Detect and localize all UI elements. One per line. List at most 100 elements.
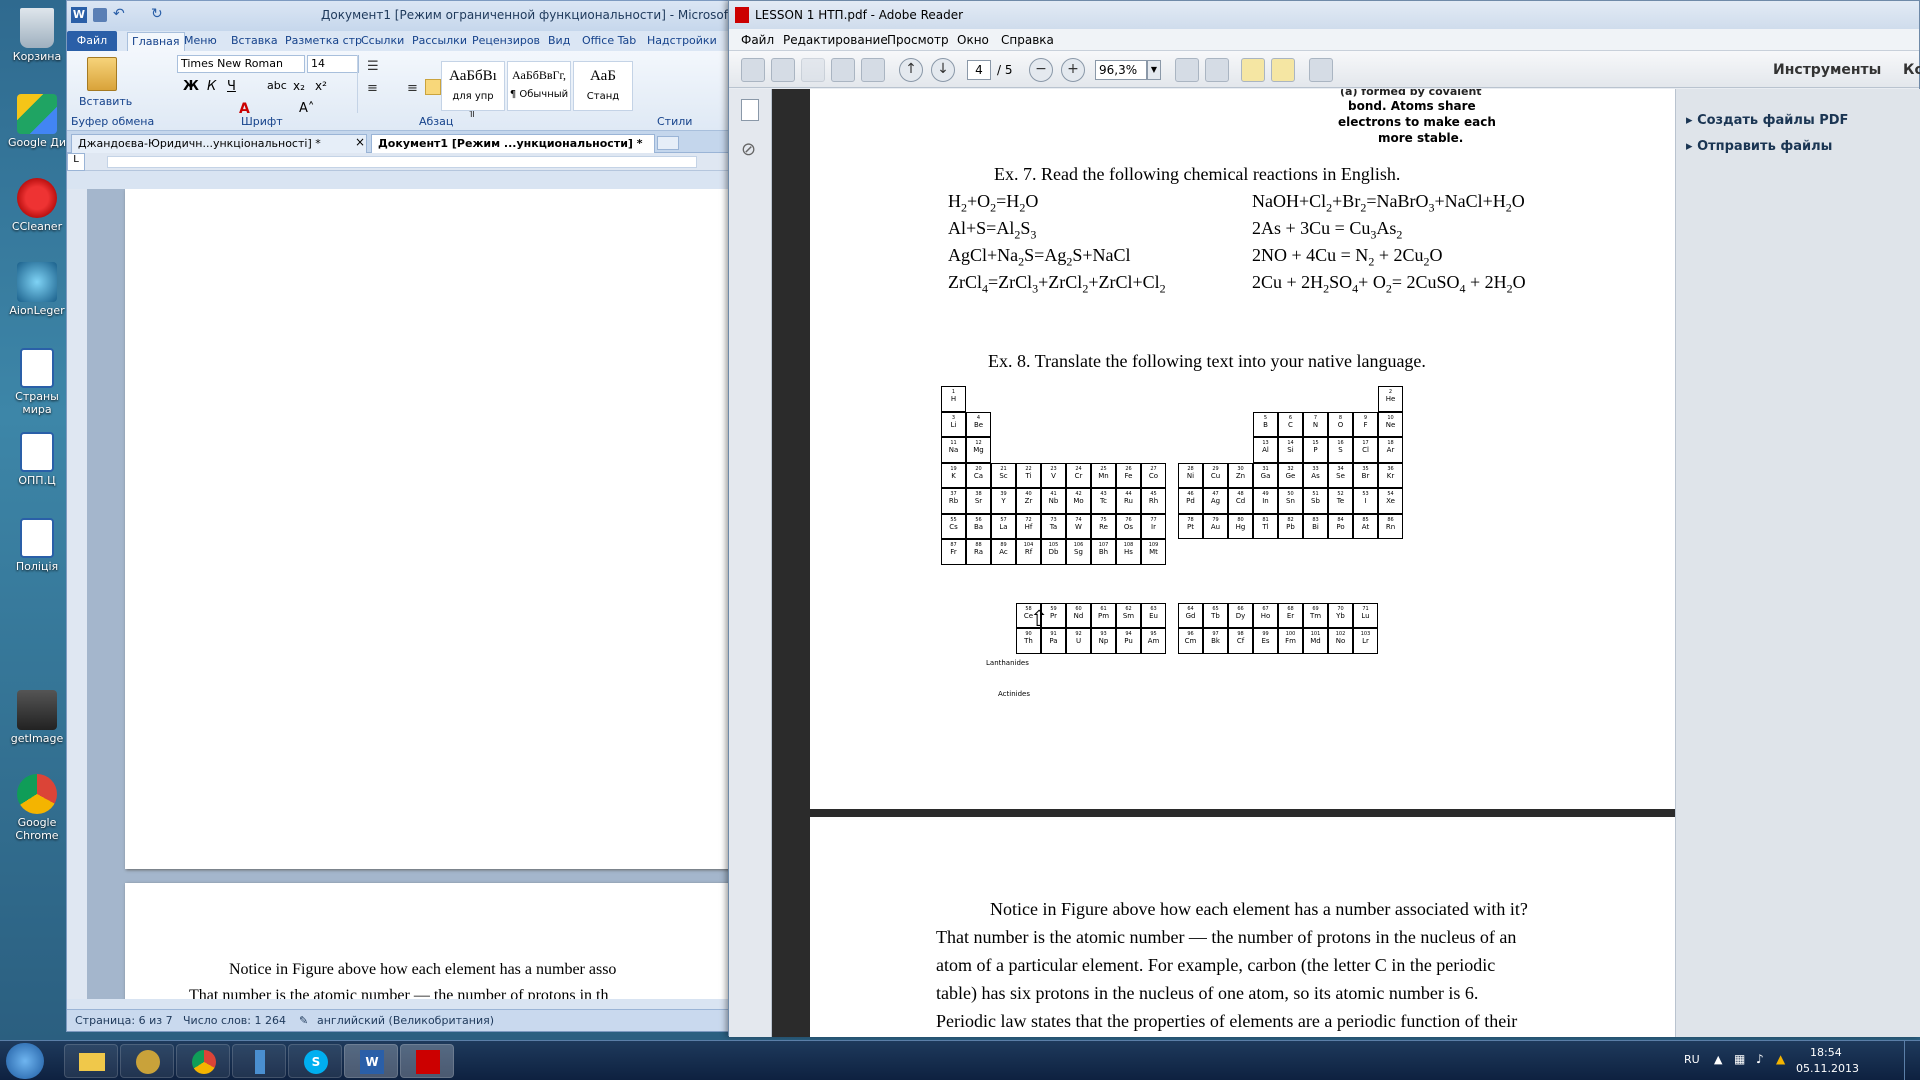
save-icon[interactable] <box>801 58 825 82</box>
subscript-button[interactable]: x₂ <box>293 79 305 93</box>
tab-menu[interactable]: Меню <box>184 34 217 47</box>
panel-create-pdf[interactable]: ▸ Создать файлы PDF <box>1686 113 1848 128</box>
page-number-input[interactable]: 4 <box>967 60 991 80</box>
taskbar-adobe-reader[interactable] <box>400 1044 454 1078</box>
superscript-button[interactable]: x² <box>315 79 327 93</box>
google-drive-tray-icon[interactable]: ▲ <box>1776 1052 1785 1066</box>
create-pdf-icon[interactable] <box>741 58 765 82</box>
panel-send-files[interactable]: ▸ Отправить файлы <box>1686 139 1832 154</box>
underline-button[interactable]: Ч <box>227 79 236 94</box>
tab-selector-icon[interactable]: L <box>67 153 85 171</box>
volume-icon[interactable]: ♪ <box>1756 1052 1764 1066</box>
start-button[interactable] <box>6 1043 44 1079</box>
zoom-out-icon[interactable]: − <box>1029 58 1053 82</box>
menu-view[interactable]: Просмотр <box>887 33 949 47</box>
tab-view[interactable]: Вид <box>548 34 570 47</box>
desktop-icon-policiya[interactable]: Поліція <box>4 518 70 573</box>
new-tab-icon[interactable] <box>657 136 679 150</box>
language-indicator[interactable]: RU <box>1684 1053 1700 1066</box>
pdf-app-icon[interactable] <box>735 7 749 23</box>
element-er: 68 Er <box>1278 602 1303 628</box>
tab-mailings[interactable]: Рассылки <box>412 34 467 47</box>
spellcheck-icon[interactable]: ✎ <box>299 1014 308 1027</box>
status-language[interactable]: английский (Великобритания) <box>317 1014 494 1027</box>
desktop-icon-recycle-bin[interactable]: Корзина <box>4 8 70 63</box>
tools-button[interactable]: Инструменты <box>1773 62 1881 78</box>
menu-edit[interactable]: Редактирование <box>783 33 888 47</box>
zoom-dropdown-icon[interactable]: ▼ <box>1147 60 1161 80</box>
desktop-icon-ccleaner[interactable]: CCleaner <box>4 178 70 233</box>
comment-icon[interactable] <box>1241 58 1265 82</box>
tab-home[interactable]: Главная <box>127 32 185 51</box>
taskbar-winamp[interactable] <box>120 1044 174 1078</box>
desktop-icon-google-chrome[interactable]: Google Chrome <box>4 774 70 842</box>
fullscreen-icon[interactable] <box>1309 58 1333 82</box>
print-icon[interactable] <box>831 58 855 82</box>
menu-window[interactable]: Окно <box>957 33 989 47</box>
previous-page-icon[interactable]: ↑ <box>899 58 923 82</box>
desktop-icon-strany-mira[interactable]: Страны мира <box>4 348 70 416</box>
desktop-icon-opp[interactable]: ОПП.Ц <box>4 432 70 487</box>
desktop-icon-getimage[interactable]: getImage <box>4 690 70 745</box>
paste-icon[interactable] <box>87 57 117 91</box>
tab-file[interactable]: Файл <box>67 31 117 51</box>
taskbar-word[interactable]: W <box>344 1044 398 1078</box>
bold-button[interactable]: Ж <box>183 79 199 94</box>
style-standard[interactable]: АаБ Станд <box>573 61 633 111</box>
taskbar-pen[interactable] <box>232 1044 286 1078</box>
taskbar-skype[interactable]: S <box>288 1044 342 1078</box>
clock-date[interactable]: 05.11.2013 <box>1796 1062 1859 1075</box>
desktop-icon-aionleger[interactable]: AionLeger <box>4 262 70 317</box>
align-left-icon[interactable]: ≡ <box>367 81 378 96</box>
doc-tab-dzhandoeva[interactable]: Джандоєва-Юридичн...ункціональності] * <box>71 134 367 153</box>
attachments-icon[interactable]: ⊘ <box>741 139 756 160</box>
desktop-icon-google-drive[interactable]: Google Ди <box>4 94 70 149</box>
sign-icon[interactable] <box>1271 58 1295 82</box>
doc-tab-document1[interactable]: Документ1 [Режим ...ункциональности] * <box>371 134 655 153</box>
italic-button[interactable]: К <box>207 79 216 94</box>
zoom-input[interactable]: 96,3% <box>1095 60 1147 80</box>
network-icon[interactable]: ▦ <box>1734 1052 1745 1066</box>
email-icon[interactable] <box>861 58 885 82</box>
zoom-in-icon[interactable]: + <box>1061 58 1085 82</box>
status-page[interactable]: Страница: 6 из 7 <box>75 1014 173 1027</box>
next-page-icon[interactable]: ↓ <box>931 58 955 82</box>
paste-button[interactable]: Вставить <box>79 95 132 108</box>
style-dlya-upr[interactable]: АаБбВı для упр <box>441 61 505 111</box>
taskbar-explorer[interactable] <box>64 1044 118 1078</box>
close-icon[interactable]: × <box>355 135 365 149</box>
fit-page-icon[interactable] <box>1175 58 1199 82</box>
grow-font-icon[interactable]: A˄ <box>299 101 314 116</box>
tab-office-tab[interactable]: Office Tab <box>582 34 636 47</box>
element-la: 57 La <box>991 513 1016 539</box>
style-normal[interactable]: АаБбВвГг, ¶ Обычный <box>507 61 571 111</box>
taskbar-chrome[interactable] <box>176 1044 230 1078</box>
tools-panel: ▸ Создать файлы PDF ▸ Отправить файлы <box>1675 89 1920 1037</box>
open-icon[interactable] <box>771 58 795 82</box>
bullets-icon[interactable]: ☰ <box>367 59 379 74</box>
tab-addins[interactable]: Надстройки <box>647 34 717 47</box>
justify-icon[interactable] <box>425 79 441 95</box>
undo-icon[interactable]: ↶ <box>113 6 125 22</box>
font-size-select[interactable]: 14 <box>307 55 359 73</box>
strikethrough-button[interactable]: abc <box>267 79 287 92</box>
tab-insert[interactable]: Вставка <box>231 34 278 47</box>
align-right-icon[interactable]: ≡ <box>407 81 418 96</box>
clock-time[interactable]: 18:54 <box>1810 1046 1842 1059</box>
tab-review[interactable]: Рецензиров <box>472 34 540 47</box>
tray-expand-icon[interactable]: ▲ <box>1714 1053 1722 1066</box>
save-icon[interactable] <box>93 8 107 22</box>
redo-icon[interactable]: ↻ <box>151 6 163 22</box>
tab-page-layout[interactable]: Разметка стр <box>285 34 362 47</box>
font-name-select[interactable]: Times New Roman <box>177 55 305 73</box>
tab-references[interactable]: Ссылки <box>361 34 404 47</box>
menu-file[interactable]: Файл <box>741 33 774 47</box>
page-thumbnails-icon[interactable] <box>741 99 759 121</box>
word-app-icon[interactable]: W <box>71 7 87 23</box>
comment-panel-button[interactable]: Ко <box>1903 62 1920 78</box>
status-words[interactable]: Число слов: 1 264 <box>183 1014 286 1027</box>
fit-width-icon[interactable] <box>1205 58 1229 82</box>
element-n: 7N <box>1303 411 1328 437</box>
show-desktop-button[interactable] <box>1904 1041 1920 1080</box>
menu-help[interactable]: Справка <box>1001 33 1054 47</box>
